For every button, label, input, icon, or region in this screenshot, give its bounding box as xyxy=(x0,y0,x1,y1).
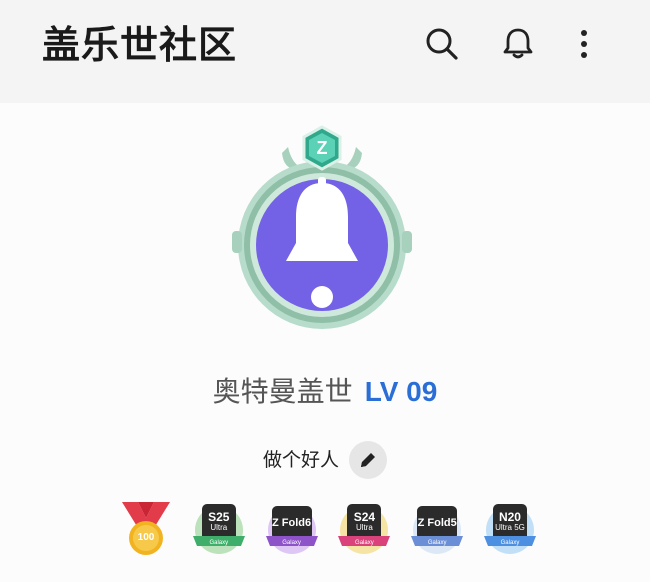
badge-s24-ultra[interactable]: S24 Ultra Galaxy xyxy=(336,498,392,558)
name-row: 奥特曼盖世 LV 09 xyxy=(0,370,650,414)
badge-medal-100[interactable]: 100 xyxy=(118,498,174,558)
badge-ribbon: Galaxy xyxy=(282,540,301,546)
level-badge[interactable]: LV 09 xyxy=(365,372,438,412)
badge-title: N20 xyxy=(498,510,521,524)
badge-list: 100 S25 Ultra Galaxy Z Fold6 Galaxy S24 … xyxy=(118,498,538,560)
badge-subtitle: Ultra 5G xyxy=(495,523,525,532)
badge-subtitle: Ultra xyxy=(210,523,228,532)
badge-ribbon: Galaxy xyxy=(209,540,229,546)
more-vertical-icon[interactable] xyxy=(562,22,606,66)
badge-title: S24 xyxy=(353,510,376,524)
badge-title: Z Fold5 xyxy=(417,517,457,529)
badge-ribbon: Galaxy xyxy=(500,540,520,546)
badge-ribbon: Galaxy xyxy=(355,540,374,546)
search-icon[interactable] xyxy=(420,22,464,66)
app-header: 盖乐世社区 xyxy=(0,0,650,103)
app-title: 盖乐世社区 xyxy=(42,23,238,67)
bio-text: 做个好人 xyxy=(262,449,339,471)
badge-z-fold6[interactable]: Z Fold6 Galaxy xyxy=(264,498,320,558)
nickname: 奥特曼盖世 xyxy=(212,375,353,408)
edit-bio-button[interactable] xyxy=(349,441,387,479)
badge-title: Z Fold6 xyxy=(272,517,312,529)
bio-row: 做个好人 xyxy=(0,440,650,480)
medal-number: 100 xyxy=(137,532,155,543)
pencil-icon xyxy=(361,453,375,467)
bell-icon[interactable] xyxy=(496,22,540,66)
emblem-letter: Z xyxy=(316,138,328,158)
badge-s25-ultra[interactable]: S25 Ultra Galaxy xyxy=(191,498,247,558)
badge-ribbon: Galaxy xyxy=(427,540,447,546)
profile-avatar[interactable]: Z xyxy=(232,125,412,333)
badge-title: S25 xyxy=(208,510,230,524)
badge-subtitle: Ultra xyxy=(355,523,373,532)
badge-n20-ultra-5g[interactable]: N20 Ultra 5G Galaxy xyxy=(482,498,538,558)
badge-z-fold5[interactable]: Z Fold5 Galaxy xyxy=(409,498,465,558)
